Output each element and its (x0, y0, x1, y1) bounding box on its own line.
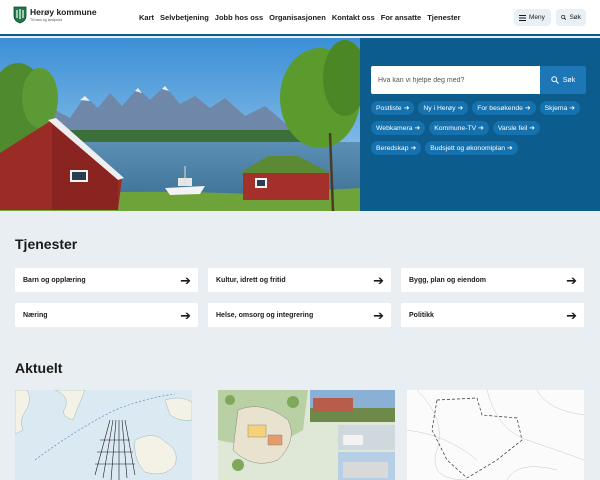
quick-link-beredskap[interactable]: Beredskap ➔ (371, 141, 422, 155)
nav-kontakt-oss[interactable]: Kontakt oss (332, 13, 375, 22)
main-search-button[interactable]: Søk (540, 66, 586, 94)
hero-section: Søk Postliste➔ Ny i Herøy➔ For besøkende… (0, 38, 600, 211)
nav-selvbetjening[interactable]: Selvbetjening (160, 13, 209, 22)
service-naering[interactable]: Næring ➔ (15, 303, 198, 327)
quick-link-kommune-tv[interactable]: Kommune-TV ➔ (429, 121, 489, 135)
news-image-site-plan (218, 390, 395, 480)
arrow-right-icon: ➔ (478, 125, 484, 132)
arrow-right-icon: ➔ (373, 307, 384, 323)
quick-link-budsjett[interactable]: Budsjett og økonomiplan ➔ (425, 141, 518, 155)
arrow-right-icon: ➔ (529, 125, 535, 132)
logo-name: Herøy kommune (30, 7, 97, 17)
news-title: Aktuelt (15, 360, 63, 376)
header-search-button[interactable]: Søk (556, 9, 586, 26)
nav-tjenester[interactable]: Tjenester (427, 13, 460, 22)
quick-link-ny-i-heroy[interactable]: Ny i Herøy ➔ (418, 101, 469, 115)
service-bygg-plan-eiendom[interactable]: Bygg, plan og eiendom ➔ (401, 268, 584, 292)
arrow-right-icon: ➔ (569, 105, 575, 112)
hero-image (0, 38, 360, 211)
quick-link-label: Kommune-TV (434, 124, 477, 132)
site-header: Herøy kommune Til havs og landjorda Kart… (0, 0, 600, 36)
quick-link-varsle-feil[interactable]: Varsle feil ➔ (492, 121, 540, 135)
news-image-map-sea (15, 390, 192, 480)
quick-link-webkamera[interactable]: Webkamera ➔ (371, 121, 426, 135)
arrow-right-icon: ➔ (180, 307, 191, 323)
quick-link-label: Beredskap (376, 144, 409, 152)
news-card-3[interactable] (407, 390, 584, 480)
logo-tagline: Til havs og landjorda (30, 17, 63, 22)
nav-kart[interactable]: Kart (139, 13, 154, 22)
menu-label: Meny (529, 14, 545, 21)
arrow-right-icon: ➔ (373, 272, 384, 288)
quick-link-label: Ny i Herøy (423, 104, 456, 112)
menu-button[interactable]: Meny (514, 9, 551, 26)
main-search-input[interactable] (371, 66, 540, 94)
news-card-2[interactable] (218, 390, 395, 480)
main-search-button-label: Søk (562, 76, 576, 84)
quick-link-label: Webkamera (376, 124, 413, 132)
arrow-right-icon: ➔ (457, 105, 464, 112)
quick-link-skjema[interactable]: Skjema ➔ (539, 101, 580, 115)
search-icon (551, 76, 559, 84)
header-search-label: Søk (569, 14, 581, 21)
services-title: Tjenester (15, 236, 78, 252)
service-helse-omsorg-integrering[interactable]: Helse, omsorg og integrering ➔ (208, 303, 391, 327)
service-label: Bygg, plan og eiendom (409, 276, 487, 284)
service-kultur-idrett-fritid[interactable]: Kultur, idrett og fritid ➔ (208, 268, 391, 292)
quick-link-label: Skjema (544, 104, 568, 112)
arrow-right-icon: ➔ (410, 145, 417, 152)
arrow-right-icon: ➔ (507, 145, 513, 152)
nav-organisasjonen[interactable]: Organisasjonen (269, 13, 326, 22)
arrow-right-icon: ➔ (180, 272, 191, 288)
arrow-right-icon: ➔ (566, 307, 577, 323)
hero-search-panel: Søk Postliste➔ Ny i Herøy➔ For besøkende… (360, 38, 600, 211)
service-label: Barn og opplæring (23, 276, 86, 284)
top-navigation: Kart Selvbetjening Jobb hos oss Organisa… (139, 13, 461, 22)
service-label: Kultur, idrett og fritid (216, 276, 286, 284)
menu-icon (519, 14, 526, 21)
service-politikk[interactable]: Politikk ➔ (401, 303, 584, 327)
news-image-zoning-map (407, 390, 584, 480)
nav-jobb-hos-oss[interactable]: Jobb hos oss (215, 13, 263, 22)
quick-link-label: For besøkende (477, 104, 523, 112)
service-label: Næring (23, 311, 48, 319)
quick-link-for-besokende[interactable]: For besøkende ➔ (472, 101, 536, 115)
service-barn-og-opplaering[interactable]: Barn og opplæring ➔ (15, 268, 198, 292)
quick-link-label: Postliste (376, 104, 402, 112)
quick-links: Postliste ➔ Ny i Herøy ➔ For besøkende ➔ Sk… (371, 101, 591, 155)
quick-link-postliste[interactable]: Postliste ➔ (371, 101, 415, 115)
search-icon (561, 14, 567, 21)
arrow-right-icon: ➔ (524, 105, 531, 112)
logo-shield-icon (13, 6, 27, 24)
quick-link-label: Varsle feil (497, 124, 528, 132)
main-search: Søk (371, 66, 586, 94)
quick-link-label: Budsjett og økonomiplan (430, 144, 506, 152)
site-logo[interactable]: Herøy kommune Til havs og landjorda (13, 6, 97, 24)
nav-for-ansatte[interactable]: For ansatte (381, 13, 421, 22)
arrow-right-icon: ➔ (566, 272, 577, 288)
arrow-right-icon: ➔ (403, 105, 410, 112)
news-card-1[interactable] (15, 390, 192, 480)
arrow-right-icon: ➔ (414, 125, 421, 132)
service-label: Helse, omsorg og integrering (216, 311, 314, 319)
service-label: Politikk (409, 311, 434, 319)
